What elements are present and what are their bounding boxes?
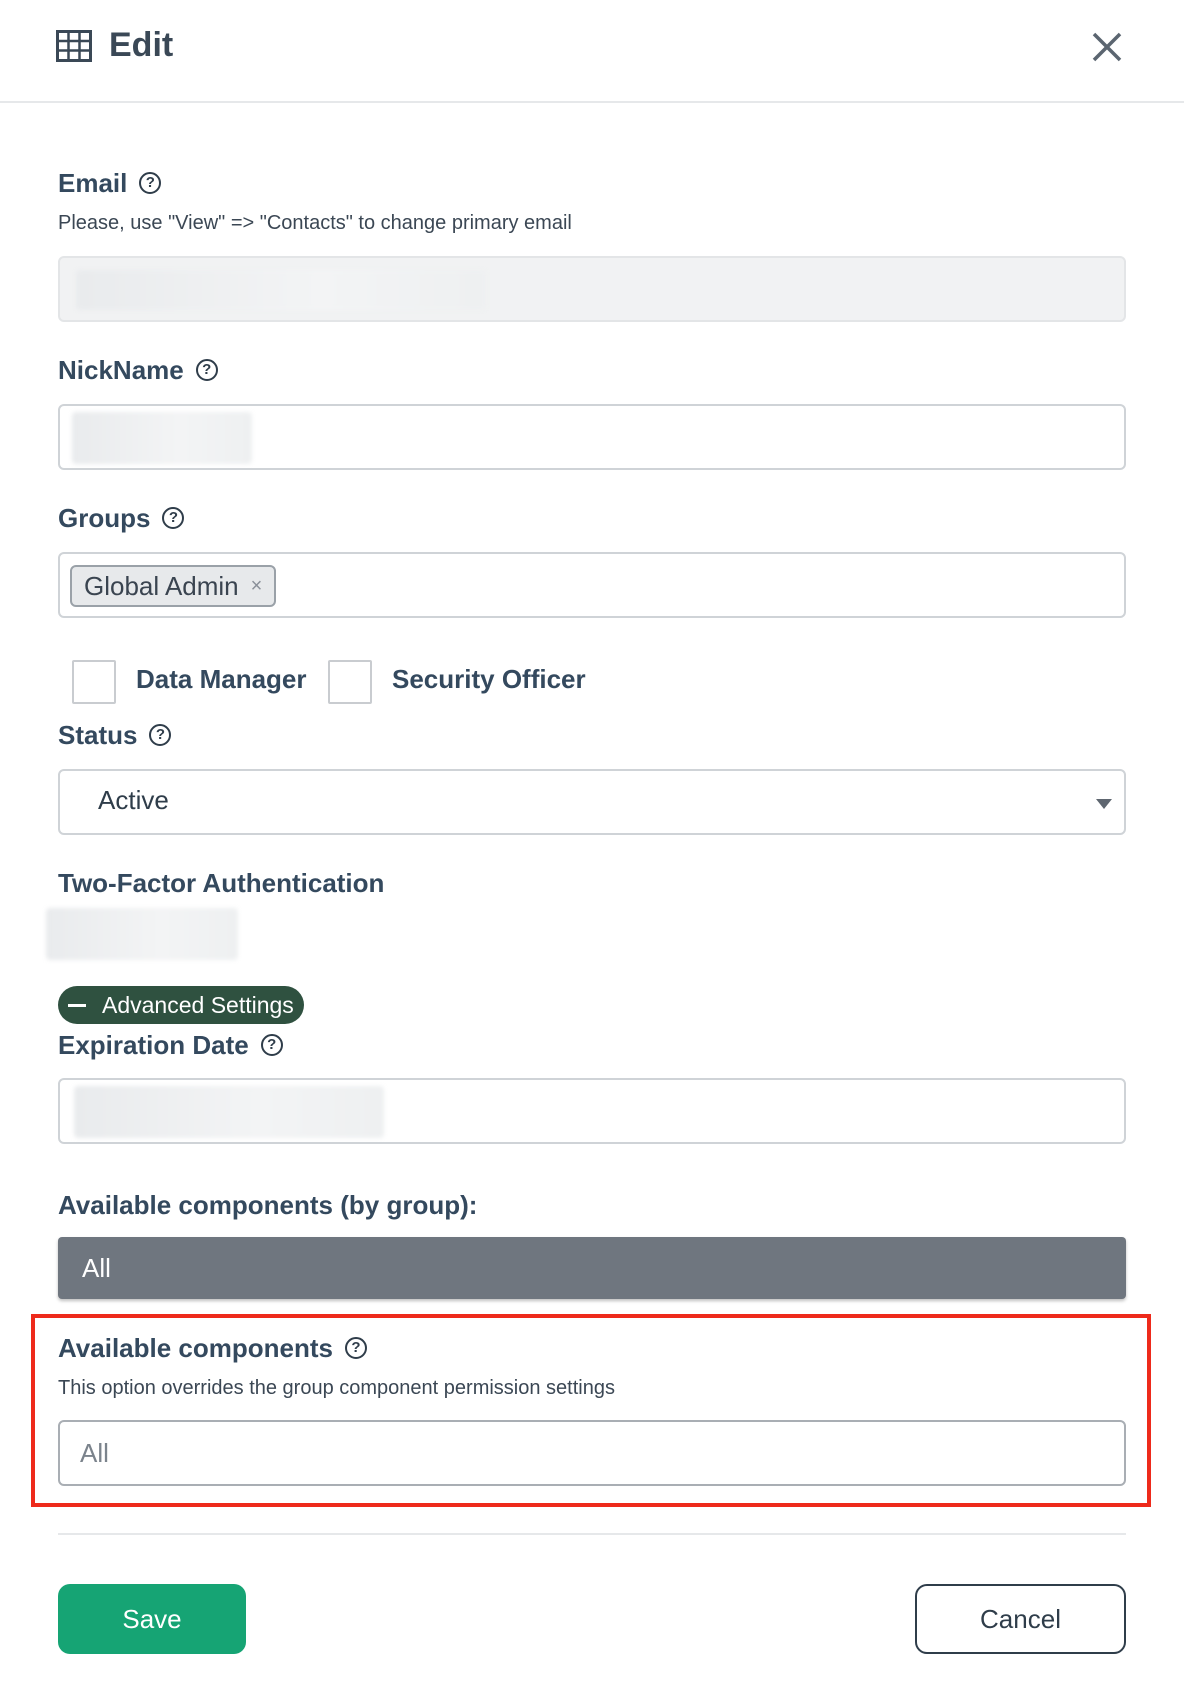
status-selected-value: Active bbox=[98, 785, 169, 815]
status-select[interactable]: Active bbox=[58, 769, 1126, 835]
help-icon[interactable]: ? bbox=[195, 359, 218, 382]
available-components-label: Available components? bbox=[58, 1333, 367, 1364]
data-manager-label: Data Manager bbox=[136, 664, 307, 694]
advanced-settings-label: Advanced Settings bbox=[102, 991, 294, 1018]
modal-title: Edit bbox=[109, 26, 174, 64]
available-components-placeholder: All bbox=[80, 1438, 109, 1468]
advanced-settings-toggle[interactable]: Advanced Settings bbox=[58, 986, 304, 1024]
email-label: Email? bbox=[58, 168, 162, 199]
email-label-text: Email bbox=[58, 168, 128, 198]
components-by-group-value[interactable]: All bbox=[58, 1237, 1126, 1299]
nickname-value-redacted bbox=[72, 412, 252, 464]
save-button[interactable]: Save bbox=[58, 1584, 246, 1654]
email-field bbox=[58, 256, 1126, 322]
group-tag-global-admin: Global Admin × bbox=[70, 565, 277, 607]
footer-divider bbox=[58, 1533, 1126, 1535]
help-icon[interactable]: ? bbox=[345, 1337, 367, 1360]
available-components-hint: This option overrides the group componen… bbox=[58, 1377, 615, 1399]
security-officer-label: Security Officer bbox=[392, 664, 586, 694]
expiration-date-field[interactable] bbox=[58, 1078, 1126, 1144]
modal-header: Edit bbox=[0, 0, 1184, 103]
two-factor-label: Two-Factor Authentication bbox=[58, 868, 385, 898]
groups-label-text: Groups bbox=[58, 503, 151, 533]
group-tag-label: Global Admin bbox=[84, 571, 239, 601]
chevron-down-icon bbox=[1096, 799, 1112, 809]
table-grid-icon bbox=[56, 30, 92, 62]
security-officer-checkbox[interactable] bbox=[328, 660, 372, 704]
help-icon[interactable]: ? bbox=[162, 507, 185, 530]
nickname-field[interactable] bbox=[58, 404, 1126, 470]
nickname-label-text: NickName bbox=[58, 355, 184, 385]
email-hint: Please, use "View" => "Contacts" to chan… bbox=[58, 212, 572, 234]
status-label-text: Status bbox=[58, 720, 138, 750]
remove-tag-icon[interactable]: × bbox=[251, 567, 263, 605]
expiration-label-text: Expiration Date bbox=[58, 1030, 249, 1060]
status-label: Status? bbox=[58, 720, 172, 751]
help-icon[interactable]: ? bbox=[139, 172, 162, 195]
expiration-label: Expiration Date? bbox=[58, 1030, 283, 1061]
help-icon[interactable]: ? bbox=[149, 724, 172, 747]
available-components-input[interactable]: All bbox=[58, 1420, 1126, 1486]
close-icon[interactable] bbox=[1090, 30, 1124, 64]
email-value-redacted bbox=[76, 270, 486, 310]
nickname-label: NickName? bbox=[58, 355, 218, 386]
components-by-group-label: Available components (by group): bbox=[58, 1190, 478, 1220]
expiration-value-redacted bbox=[74, 1086, 384, 1138]
groups-label: Groups? bbox=[58, 503, 185, 534]
cancel-button[interactable]: Cancel bbox=[915, 1584, 1126, 1654]
help-icon[interactable]: ? bbox=[260, 1034, 283, 1057]
two-factor-value-redacted bbox=[46, 908, 238, 960]
available-components-label-text: Available components bbox=[58, 1333, 333, 1363]
data-manager-checkbox[interactable] bbox=[72, 660, 116, 704]
minus-icon bbox=[68, 1003, 86, 1007]
